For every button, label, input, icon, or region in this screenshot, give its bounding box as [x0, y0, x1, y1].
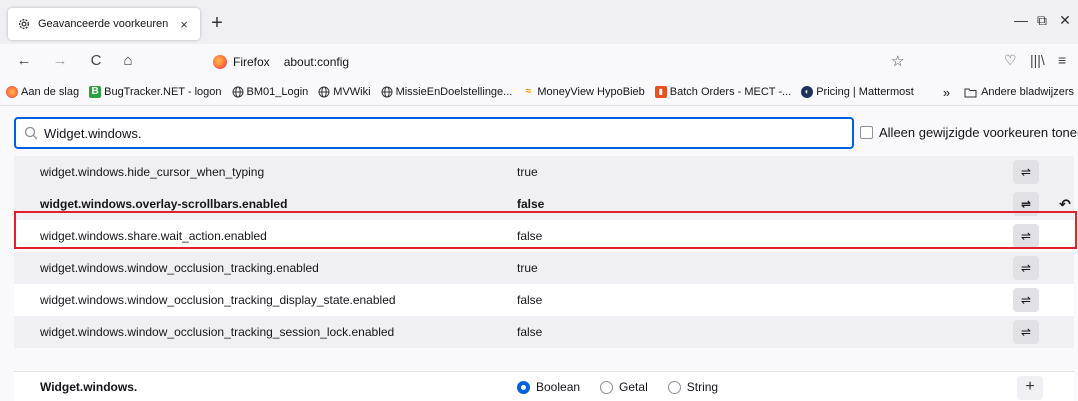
pocket-icon[interactable]: ♡: [1004, 52, 1017, 69]
radio-dot[interactable]: [667, 380, 681, 394]
pref-row: widget.windows.window_occlusion_tracking…: [14, 252, 1074, 284]
globe-icon: [318, 86, 330, 98]
show-modified-only-label: Alleen gewijzigde voorkeuren tonen: [879, 125, 1078, 140]
toggle-button[interactable]: ⇌: [1013, 160, 1039, 184]
other-bookmarks-folder[interactable]: Andere bladwijzers: [981, 86, 1074, 98]
tab-close-button[interactable]: ×: [176, 17, 192, 32]
radio-dot[interactable]: [600, 380, 614, 394]
firefox-icon: [6, 85, 18, 98]
mattermost-icon: ◐: [801, 85, 814, 98]
pref-value[interactable]: false: [517, 197, 544, 211]
back-button[interactable]: ←: [14, 51, 34, 71]
radio-label: Boolean: [536, 380, 581, 394]
pref-row: widget.windows.window_occlusion_tracking…: [14, 284, 1074, 316]
restore-button[interactable]: ⧉: [1030, 12, 1054, 32]
toggle-button[interactable]: ⇌: [1013, 288, 1039, 312]
menu-icon[interactable]: ≡: [1058, 52, 1066, 68]
new-pref-name: Widget.windows.: [40, 380, 138, 394]
pref-row: widget.windows.hide_cursor_when_typing t…: [14, 156, 1074, 188]
tab-advanced-preferences[interactable]: Geavanceerde voorkeuren ×: [8, 8, 200, 40]
toggle-icon: ⇌: [1020, 165, 1032, 179]
library-icon[interactable]: |||\: [1030, 52, 1045, 68]
bookmark-item[interactable]: ▮ Batch Orders - MECT -...: [654, 85, 792, 98]
navigation-bar: ← → C ⌂ Firefox about:config ☆ ♡ |||\ ≡: [0, 44, 1078, 78]
reload-button[interactable]: C: [86, 51, 106, 71]
bookmark-label: Batch Orders - MECT -...: [669, 85, 792, 98]
globe-icon: [381, 86, 393, 98]
firefox-icon: [213, 55, 227, 69]
search-value: Widget.windows.: [44, 125, 142, 141]
bookmark-item[interactable]: B BugTracker.NET - logon: [89, 85, 222, 98]
toggle-icon: ⇌: [1020, 293, 1032, 307]
window-close-button[interactable]: ✕: [1053, 12, 1077, 32]
radio-dot[interactable]: [517, 380, 530, 394]
bookmark-label: Aan de slag: [21, 85, 80, 98]
bookmark-label: BM01_Login: [246, 85, 309, 98]
moneyview-icon: ≈: [525, 86, 532, 97]
add-pref-row: Widget.windows. Boolean Getal String +: [14, 371, 1074, 401]
home-button[interactable]: ⌂: [118, 51, 138, 71]
pref-name: widget.windows.window_occlusion_tracking…: [40, 325, 395, 339]
reset-icon: ↶: [1059, 195, 1071, 212]
folder-icon: [964, 87, 977, 98]
pref-name: widget.windows.hide_cursor_when_typing: [40, 165, 265, 179]
bookmark-label: Pricing | Mattermost: [816, 85, 914, 98]
bookmark-item[interactable]: ≈ MoneyView HypoBieb: [522, 85, 645, 98]
bookmark-label: MissieEnDoelstellinge...: [395, 85, 513, 98]
b-icon: B: [89, 85, 102, 98]
pref-type-radio-group: Boolean Getal String: [517, 380, 738, 394]
identity-label: Firefox: [233, 55, 270, 69]
pref-row: widget.windows.window_occlusion_tracking…: [14, 316, 1074, 348]
about-config-page: Widget.windows. Alleen gewijzigde voorke…: [0, 107, 1078, 401]
globe-icon: [232, 86, 244, 98]
toggle-icon: ⇌: [1020, 261, 1032, 275]
pref-name: widget.windows.window_occlusion_tracking…: [40, 261, 319, 275]
bookmarks-right: » Andere bladwijzers: [942, 78, 1074, 105]
url-text[interactable]: about:config: [284, 55, 349, 69]
bookmark-label: MVWiki: [333, 85, 371, 98]
checkbox-box[interactable]: [860, 126, 873, 139]
toggle-icon: ⇌: [1020, 197, 1032, 211]
pref-name: widget.windows.window_occlusion_tracking…: [40, 293, 396, 307]
bookmark-item[interactable]: MVWiki: [318, 85, 371, 98]
radio-label: String: [686, 380, 719, 394]
pref-value[interactable]: false: [517, 325, 542, 339]
pref-name: widget.windows.overlay-scrollbars.enable…: [40, 197, 288, 211]
radio-label: Getal: [619, 380, 648, 394]
pref-value[interactable]: false: [517, 293, 542, 307]
identity-box[interactable]: Firefox: [213, 55, 270, 69]
bookmark-item[interactable]: MissieEnDoelstellinge...: [381, 85, 513, 98]
batch-icon: ▮: [654, 85, 667, 98]
bookmark-label: BugTracker.NET - logon: [104, 85, 222, 98]
bookmarks-overflow-button[interactable]: »: [943, 85, 950, 100]
bookmark-item[interactable]: ◐ Pricing | Mattermost: [801, 85, 914, 98]
tab-title: Geavanceerde voorkeuren: [38, 18, 169, 30]
search-icon: [24, 126, 38, 140]
toggle-button[interactable]: ⇌: [1013, 256, 1039, 280]
modified-row-highlight: [14, 211, 1077, 249]
toggle-icon: ⇌: [1020, 325, 1032, 339]
new-tab-button[interactable]: +: [205, 12, 229, 36]
radio-number[interactable]: Getal: [600, 380, 648, 394]
gear-icon: [16, 16, 32, 32]
forward-button[interactable]: →: [50, 51, 70, 71]
bookmark-star-icon[interactable]: ☆: [891, 52, 904, 70]
tab-strip: Geavanceerde voorkeuren × + — ⧉ ✕: [0, 0, 1078, 44]
bookmark-item[interactable]: Aan de slag: [6, 85, 80, 98]
toggle-button[interactable]: ⇌: [1013, 320, 1039, 344]
bookmark-label: MoneyView HypoBieb: [537, 85, 645, 98]
radio-string[interactable]: String: [667, 380, 719, 394]
bookmark-item[interactable]: BM01_Login: [232, 85, 309, 98]
show-modified-only-checkbox[interactable]: Alleen gewijzigde voorkeuren tonen: [860, 125, 1078, 140]
pref-search-input[interactable]: Widget.windows.: [14, 117, 854, 149]
url-bar[interactable]: Firefox about:config: [213, 50, 673, 74]
radio-boolean[interactable]: Boolean: [517, 380, 580, 394]
pref-value[interactable]: true: [517, 261, 538, 275]
add-pref-button[interactable]: +: [1017, 376, 1043, 400]
pref-table: widget.windows.hide_cursor_when_typing t…: [14, 156, 1074, 348]
pref-value[interactable]: true: [517, 165, 538, 179]
bookmarks-toolbar: Aan de slag B BugTracker.NET - logon BM0…: [0, 78, 1078, 106]
